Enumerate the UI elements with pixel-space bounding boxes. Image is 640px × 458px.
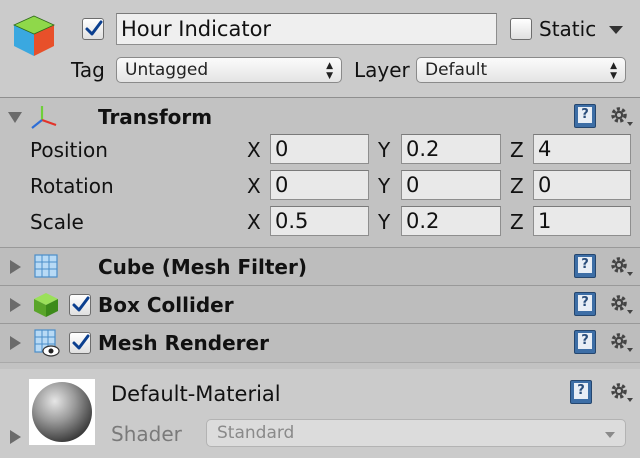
rotation-z-label[interactable]: Z [510,174,524,198]
position-x-field[interactable]: 0 [270,134,369,164]
rotation-y-field[interactable]: 0 [401,170,501,200]
rotation-label: Rotation [30,174,114,198]
tag-dropdown[interactable]: Untagged ▲ ▼ [116,57,342,83]
tag-label: Tag [71,58,105,82]
transform-header[interactable] [0,97,640,135]
box-collider-header[interactable] [0,285,640,324]
rotation-x-label[interactable]: X [247,174,261,198]
mesh-filter-header[interactable] [0,247,640,286]
box-collider-icon [32,291,60,319]
position-y-field[interactable]: 0.2 [401,134,501,164]
scale-z-label[interactable]: Z [510,210,524,234]
mesh-renderer-title: Mesh Renderer [98,331,269,355]
rotation-x-field[interactable]: 0 [270,170,369,200]
material-preview[interactable] [29,379,95,445]
layer-value: Default [425,60,488,80]
static-dropdown-arrow-icon[interactable] [609,26,623,34]
gear-icon[interactable] [608,104,634,128]
box-collider-foldout-arrow-icon[interactable] [10,298,21,312]
tag-value: Untagged [125,60,209,80]
updown-arrow-icon: ▲ ▼ [610,61,617,81]
material-foldout-arrow-icon[interactable] [10,430,21,444]
help-icon[interactable]: ? [574,292,596,316]
shader-dropdown[interactable]: Standard [206,419,626,447]
mesh-renderer-header[interactable] [0,323,640,363]
updown-arrow-icon: ▲ ▼ [326,61,333,81]
gear-icon[interactable] [608,254,634,278]
layer-label: Layer [354,58,410,82]
help-icon[interactable]: ? [570,380,592,404]
mesh-filter-foldout-arrow-icon[interactable] [10,260,21,274]
scale-x-field[interactable]: 0.5 [270,206,369,236]
static-label: Static [539,17,597,41]
transform-axes-icon [29,103,59,131]
position-z-field[interactable]: 4 [533,134,631,164]
scale-label: Scale [30,210,84,234]
position-y-label[interactable]: Y [378,138,390,162]
gear-icon[interactable] [608,330,634,354]
position-z-label[interactable]: Z [510,138,524,162]
mesh-renderer-foldout-arrow-icon[interactable] [10,336,21,350]
help-icon[interactable]: ? [574,330,596,354]
mesh-filter-icon [33,253,59,279]
shader-value: Standard [217,423,295,443]
rotation-y-label[interactable]: Y [378,174,390,198]
material-name: Default-Material [111,382,281,406]
gameobject-cube-icon [10,12,58,60]
active-checkbox[interactable] [82,18,104,40]
rotation-z-field[interactable]: 0 [533,170,631,200]
object-name-field[interactable]: Hour Indicator [116,13,497,45]
gear-icon[interactable] [608,380,634,404]
scale-y-label[interactable]: Y [378,210,390,234]
transform-title: Transform [98,105,213,129]
help-icon[interactable]: ? [574,254,596,278]
box-collider-enabled-checkbox[interactable] [69,294,91,316]
scale-z-field[interactable]: 1 [533,206,631,236]
mesh-filter-title: Cube (Mesh Filter) [98,255,307,279]
dropdown-arrow-icon [605,432,615,438]
mesh-renderer-enabled-checkbox[interactable] [69,332,91,354]
scale-y-field[interactable]: 0.2 [401,206,501,236]
static-checkbox[interactable] [510,18,532,40]
layer-dropdown[interactable]: Default ▲ ▼ [416,57,626,83]
position-label: Position [30,138,108,162]
shader-label: Shader [111,422,182,446]
box-collider-title: Box Collider [98,293,234,317]
scale-x-label[interactable]: X [247,210,261,234]
mesh-renderer-icon [33,328,61,358]
help-icon[interactable]: ? [574,104,596,128]
position-x-label[interactable]: X [247,138,261,162]
gear-icon[interactable] [608,292,634,316]
transform-foldout-arrow-icon[interactable] [8,112,22,123]
